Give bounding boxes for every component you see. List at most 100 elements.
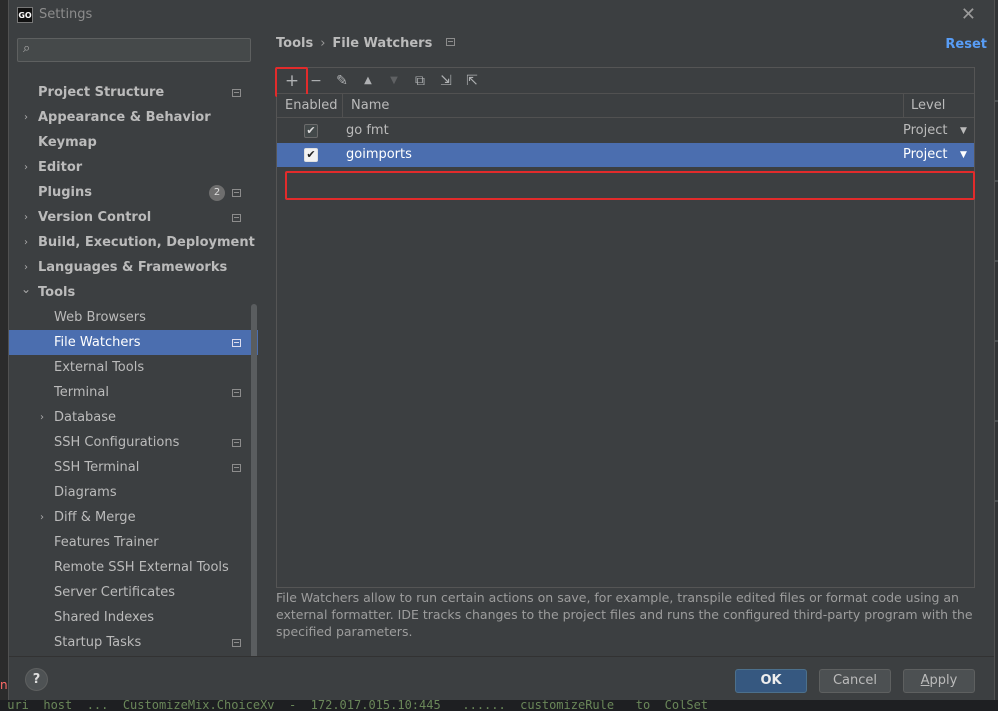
sidebar-item-external-tools[interactable]: External Tools [9, 355, 258, 380]
chevron-right-icon[interactable]: › [37, 505, 47, 530]
sidebar-item-label: Diagrams [54, 485, 117, 500]
sidebar-item-server-certificates[interactable]: Server Certificates [9, 580, 258, 605]
column-level[interactable]: Level [911, 94, 945, 118]
watchers-panel: + − ✎ ▲ ▼ ⧉ ⇲ ⇱ Enabled Name Level ✔ go f… [275, 67, 975, 588]
sidebar-item-ssh-configurations[interactable]: SSH Configurations [9, 430, 258, 455]
sidebar-item-file-watchers[interactable]: File Watchers [9, 330, 258, 355]
sidebar-item-languages-frameworks[interactable]: › Languages & Frameworks [9, 255, 258, 280]
chevron-right-icon[interactable]: › [21, 205, 31, 230]
close-icon[interactable]: ✕ [961, 4, 976, 25]
column-enabled[interactable]: Enabled [285, 94, 338, 118]
column-divider[interactable] [903, 94, 904, 118]
sidebar-scrollbar[interactable] [251, 304, 257, 660]
chevron-right-icon[interactable]: › [37, 405, 47, 430]
sidebar-item-build-execution-deployment[interactable]: › Build, Execution, Deployment [9, 230, 258, 255]
breadcrumb-current: File Watchers [332, 36, 433, 51]
sidebar-item-editor[interactable]: › Editor [9, 155, 258, 180]
move-up-icon[interactable]: ▲ [358, 71, 378, 91]
sidebar-item-label: External Tools [54, 360, 145, 375]
watcher-name: go fmt [346, 123, 389, 138]
cancel-button[interactable]: Cancel [819, 669, 891, 693]
dialog-footer: ? OK Cancel Apply [9, 656, 994, 700]
enabled-checkbox[interactable]: ✔ [304, 124, 318, 138]
chevron-right-icon[interactable]: › [21, 105, 31, 130]
chevron-down-icon[interactable]: ⌄ [21, 277, 31, 302]
sidebar-item-label: Languages & Frameworks [38, 260, 228, 275]
sidebar-item-shared-indexes[interactable]: Shared Indexes [9, 605, 258, 630]
settings-search[interactable]: ⌕ [17, 38, 251, 62]
table-row[interactable]: ✔ go fmt Project ▼ [277, 119, 974, 143]
watchers-toolbar: + − ✎ ▲ ▼ ⧉ ⇲ ⇱ [275, 67, 974, 97]
level-dropdown-icon[interactable]: ▼ [960, 143, 967, 167]
sidebar-item-version-control[interactable]: › Version Control [9, 205, 258, 230]
project-level-icon [446, 38, 456, 46]
sidebar-item-diagrams[interactable]: Diagrams [9, 480, 258, 505]
sidebar-item-web-browsers[interactable]: Web Browsers [9, 305, 258, 330]
project-level-icon [232, 389, 241, 397]
sidebar-item-label: Features Trainer [54, 535, 159, 550]
settings-dialog: GO Settings ✕ ⌕ Project Structure › Appear… [8, 0, 995, 700]
window-title: Settings [39, 7, 93, 22]
sidebar-item-label: Database [54, 410, 117, 425]
table-header: Enabled Name Level [277, 94, 974, 118]
updates-count-badge: 2 [209, 185, 225, 201]
sidebar-item-label: SSH Configurations [54, 435, 180, 450]
sidebar-item-label: Diff & Merge [54, 510, 136, 525]
watcher-name: goimports [346, 147, 412, 162]
goland-logo-icon: GO [17, 7, 33, 23]
project-level-icon [232, 439, 241, 447]
sidebar-item-ssh-terminal[interactable]: SSH Terminal [9, 455, 258, 480]
sidebar-item-plugins[interactable]: Plugins 2 [9, 180, 258, 205]
project-level-icon [232, 339, 241, 347]
level-dropdown-icon[interactable]: ▼ [960, 119, 967, 143]
sidebar-item-label: Terminal [54, 385, 109, 400]
import-icon[interactable]: ⇲ [436, 71, 456, 91]
copy-icon[interactable]: ⧉ [410, 71, 430, 91]
settings-sidebar: ⌕ Project Structure › Appearance & Behavio… [9, 30, 258, 660]
column-divider[interactable] [342, 94, 343, 118]
sidebar-item-label: Editor [38, 160, 83, 175]
chevron-right-icon[interactable]: › [21, 230, 31, 255]
project-level-icon [232, 464, 241, 472]
search-input[interactable] [40, 41, 245, 59]
sidebar-item-label: Tools [38, 285, 76, 300]
sidebar-item-project-structure[interactable]: Project Structure [9, 80, 258, 105]
search-icon: ⌕ [23, 41, 31, 56]
ok-button[interactable]: OK [735, 669, 807, 693]
sidebar-item-remote-ssh-external-tools[interactable]: Remote SSH External Tools [9, 555, 258, 580]
chevron-right-icon[interactable]: › [21, 155, 31, 180]
reset-link[interactable]: Reset [945, 37, 987, 52]
sidebar-item-label: Build, Execution, Deployment [38, 235, 255, 250]
sidebar-item-label: Remote SSH External Tools [54, 560, 229, 575]
row-highlight-box [285, 171, 975, 200]
column-name[interactable]: Name [351, 94, 389, 118]
edit-icon[interactable]: ✎ [332, 71, 352, 91]
sidebar-item-features-trainer[interactable]: Features Trainer [9, 530, 258, 555]
enabled-checkbox[interactable]: ✔ [304, 148, 318, 162]
breadcrumb-parent[interactable]: Tools [276, 36, 313, 51]
project-level-icon [232, 214, 241, 222]
sidebar-item-label: Startup Tasks [54, 635, 142, 650]
export-icon[interactable]: ⇱ [462, 71, 482, 91]
sidebar-item-startup-tasks[interactable]: Startup Tasks [9, 630, 258, 655]
apply-label: pply [929, 673, 958, 688]
add-highlight-box [275, 67, 308, 97]
sidebar-item-tools[interactable]: ⌄ Tools [9, 280, 258, 305]
sidebar-item-terminal[interactable]: Terminal [9, 380, 258, 405]
apply-button[interactable]: Apply [903, 669, 975, 693]
sidebar-item-label: File Watchers [54, 335, 141, 350]
remove-icon[interactable]: − [306, 71, 326, 91]
sidebar-item-appearance-behavior[interactable]: › Appearance & Behavior [9, 105, 258, 130]
table-row[interactable]: ✔ goimports Project ▼ [277, 143, 974, 167]
sidebar-item-label: Shared Indexes [54, 610, 155, 625]
sidebar-item-diff-merge[interactable]: › Diff & Merge [9, 505, 258, 530]
watcher-level[interactable]: Project [903, 143, 947, 167]
help-button[interactable]: ? [25, 668, 48, 691]
sidebar-item-label: Web Browsers [54, 310, 146, 325]
sidebar-item-database[interactable]: › Database [9, 405, 258, 430]
sidebar-item-keymap[interactable]: Keymap [9, 130, 258, 155]
breadcrumb-separator: › [320, 36, 326, 51]
file-watchers-page: Tools › File Watchers Reset + − ✎ ▲ ▼ ⧉ ⇲ … [267, 30, 995, 656]
watcher-level[interactable]: Project [903, 119, 947, 143]
sidebar-item-label: Version Control [38, 210, 152, 225]
